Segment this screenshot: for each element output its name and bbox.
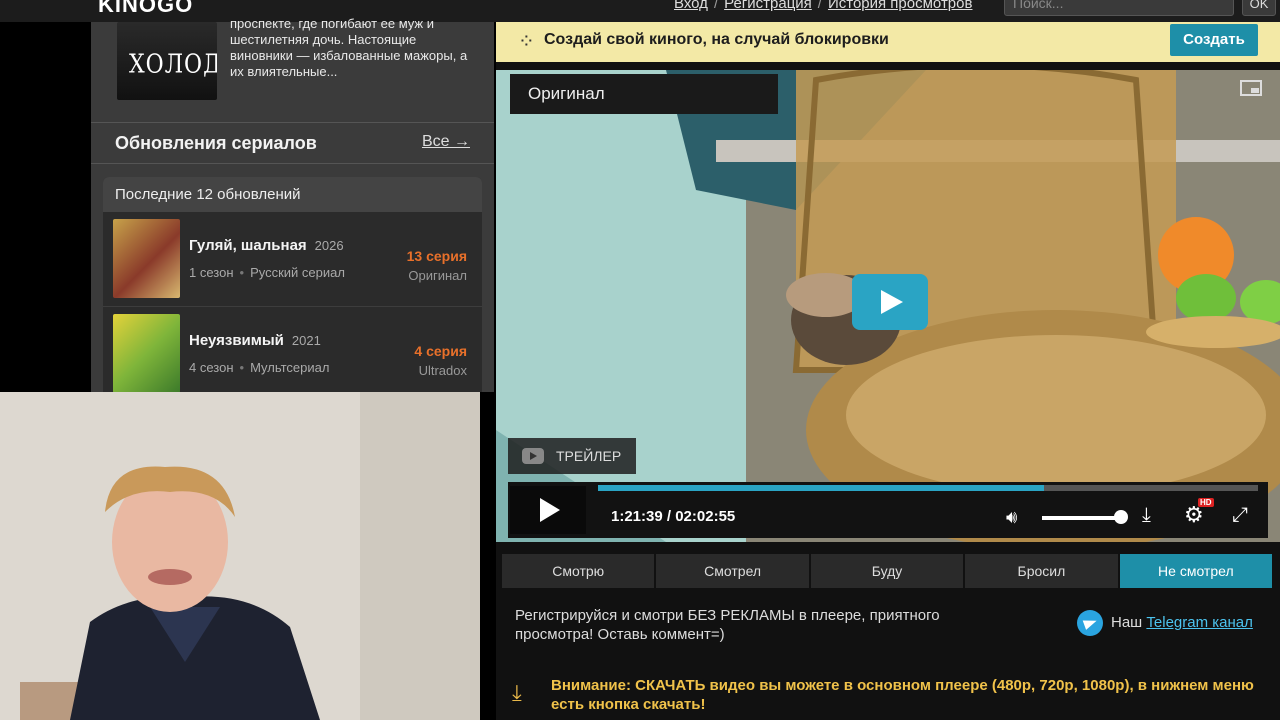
telegram-prefix: Наш	[1111, 613, 1143, 631]
series-category: Мультсериал	[250, 360, 330, 375]
status-will-watch-button[interactable]: Буду	[810, 554, 964, 588]
series-meta: 4 сезон • Мультсериал	[189, 360, 329, 375]
current-time: 1:21:39	[611, 508, 663, 525]
site-logo[interactable]: KINOGO	[98, 0, 193, 18]
link-separator: /	[713, 0, 719, 12]
download-icon: ⤓	[512, 680, 522, 705]
series-meta: 1 сезон • Русский сериал	[189, 265, 345, 280]
status-dropped-button[interactable]: Бросил	[965, 554, 1118, 588]
series-year: 2026	[314, 238, 344, 253]
webcam-overlay	[0, 392, 480, 720]
progress-bar[interactable]	[598, 485, 1258, 491]
meta-dot: •	[239, 265, 245, 280]
search-button[interactable]: OK	[1242, 0, 1276, 16]
series-thumbnail[interactable]	[113, 314, 180, 392]
updates-panel-title: Последние 12 обновлений	[103, 177, 482, 212]
list-item[interactable]: Гуляй, шальная 2026 1 сезон • Русский сериа…	[103, 212, 482, 307]
series-updates-header: Обновления сериалов Все →	[91, 122, 494, 164]
create-button[interactable]: Создать	[1170, 24, 1258, 56]
series-name-text[interactable]: Гуляй, шальная	[189, 237, 307, 254]
meta-dot: •	[239, 360, 245, 375]
top-bar: KINOGO Вход / Регистрация / История просмотр…	[0, 0, 1280, 22]
telegram-link[interactable]: Telegram канал	[1146, 614, 1252, 631]
hd-badge: HD	[1198, 498, 1214, 507]
series-thumbnail[interactable]	[113, 219, 180, 298]
youtube-icon	[522, 448, 544, 464]
webcam-person-image	[0, 392, 480, 720]
mirror-icon: ⁘	[518, 31, 535, 53]
watch-status-bar: Смотрю Смотрел Буду Бросил Не смотрел	[502, 554, 1273, 588]
series-name-text[interactable]: Неуязвимый	[189, 332, 284, 349]
series-name[interactable]: Гуляй, шальная 2026	[189, 237, 344, 254]
series-season: 1 сезон	[189, 265, 234, 280]
poster-title: ХОЛОД	[129, 49, 217, 80]
picture-in-picture-icon[interactable]	[1240, 80, 1262, 96]
mirror-banner: ⁘ Создай свой киного, на случай блокиров…	[496, 22, 1280, 62]
volume-icon[interactable]: 🔊︎	[1006, 507, 1017, 528]
big-play-button[interactable]	[852, 274, 928, 330]
fullscreen-icon[interactable]: ⤢	[1232, 504, 1248, 527]
series-updates-title: Обновления сериалов	[115, 133, 317, 153]
series-name[interactable]: Неуязвимый 2021	[189, 332, 321, 349]
all-updates-link[interactable]: Все →	[422, 133, 470, 151]
volume-slider[interactable]	[1042, 516, 1122, 520]
telegram-block: Наш Telegram канал	[1077, 610, 1253, 636]
progress-fill	[598, 485, 1044, 491]
register-link[interactable]: Регистрация	[724, 0, 812, 12]
episode-source: Ultradox	[418, 363, 467, 378]
trailer-label: ТРЕЙЛЕР	[556, 448, 622, 464]
play-button[interactable]	[510, 486, 586, 534]
episode-label: 4 серия	[414, 343, 467, 359]
volume-knob[interactable]	[1114, 510, 1128, 524]
series-season: 4 сезон	[189, 360, 234, 375]
featured-poster[interactable]: ХОЛОД	[117, 22, 217, 100]
link-separator: /	[817, 0, 822, 12]
search-input[interactable]: Поиск...	[1004, 0, 1234, 16]
header-links: Вход / Регистрация / История просмотров	[674, 0, 972, 12]
time-separator: /	[666, 508, 672, 525]
player-controls: 1:21:39 / 02:02:55 🔊︎ ⤓ ⚙ HD ⤢	[508, 482, 1268, 538]
featured-description: проспекте, где погибают ее муж и шестиле…	[230, 16, 468, 79]
status-watched-button[interactable]: Смотрел	[656, 554, 809, 588]
telegram-icon[interactable]	[1077, 610, 1103, 636]
login-link[interactable]: Вход	[674, 0, 708, 12]
voice-tab[interactable]: Оригинал	[510, 74, 778, 114]
promo-text: Регистрируйся и смотри БЕЗ РЕКЛАМЫ в пле…	[515, 607, 940, 643]
all-link-text[interactable]: Все →	[422, 133, 470, 150]
banner-text: Создай свой киного, на случай блокировки	[544, 31, 889, 48]
series-category: Русский сериал	[250, 265, 345, 280]
list-item[interactable]: Неуязвимый 2021 4 сезон • Мультсериал 4 сер…	[103, 307, 482, 392]
status-watching-button[interactable]: Смотрю	[502, 554, 655, 588]
download-icon[interactable]: ⤓	[1142, 504, 1151, 527]
left-sidebar: ХОЛОД проспекте, где погибают ее муж и ш…	[91, 16, 494, 392]
status-not-watched-button[interactable]: Не смотрел	[1119, 554, 1273, 588]
main-content: ⁘ Создай свой киного, на случай блокиров…	[496, 22, 1280, 720]
episode-source: Оригинал	[408, 268, 467, 283]
trailer-button[interactable]: ТРЕЙЛЕР	[508, 438, 636, 474]
updates-panel: Последние 12 обновлений Гуляй, шальная 20…	[103, 177, 482, 392]
series-year: 2021	[291, 333, 321, 348]
download-notice-text: Внимание: СКАЧАТЬ видео вы можете в осно…	[551, 677, 1254, 713]
total-time: 02:02:55	[675, 508, 736, 525]
history-link[interactable]: История просмотров	[828, 0, 973, 12]
episode-label: 13 серия	[406, 248, 467, 264]
video-player[interactable]: Оригинал ТРЕЙЛЕР 1:21:39 / 02:02:55 🔊︎ ⤓…	[496, 70, 1280, 542]
time-display: 1:21:39 / 02:02:55	[611, 508, 735, 525]
